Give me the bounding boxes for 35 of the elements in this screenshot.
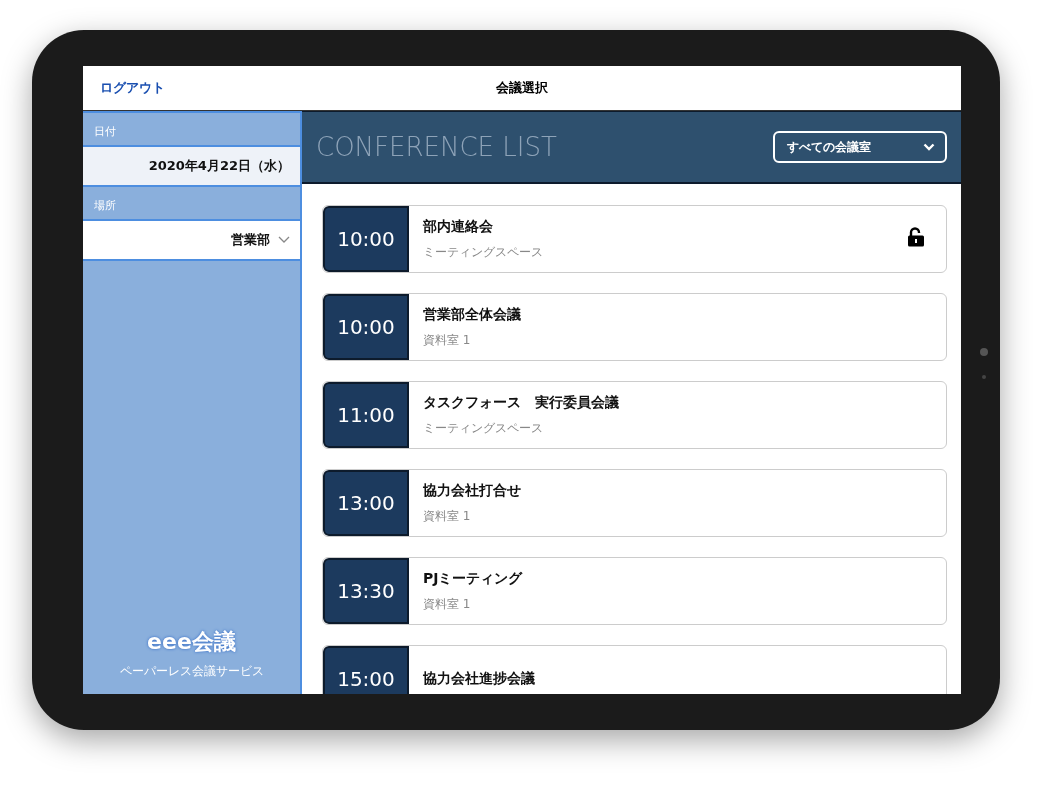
meeting-card[interactable]: 11:00 タスクフォース 実行委員会議 ミーティングスペース — [322, 381, 947, 449]
meeting-time: 11:00 — [323, 382, 409, 448]
meeting-card[interactable]: 13:00 協力会社打合せ 資料室 1 — [322, 469, 947, 537]
chevron-down-icon — [278, 236, 290, 244]
meeting-name: 協力会社打合せ — [423, 481, 521, 500]
meeting-time: 10:00 — [323, 206, 409, 272]
meeting-name: PJミーティング — [423, 569, 523, 588]
meeting-room: 資料室 1 — [423, 595, 471, 613]
meeting-name: 部内連絡会 — [423, 217, 493, 236]
field-label: 場所 — [94, 198, 116, 213]
place-dropdown[interactable]: 営業部 — [231, 229, 290, 251]
meeting-card[interactable]: 10:00 部内連絡会 ミーティングスペース — [322, 205, 947, 273]
screen-title: 会議選択 — [496, 80, 548, 95]
field-label: 日付 — [94, 124, 116, 139]
chevron-down-icon — [923, 143, 935, 151]
app-logo: eee会議 — [147, 628, 236, 656]
meeting-time: 13:00 — [323, 470, 409, 536]
meeting-name: 営業部全体会議 — [423, 305, 521, 324]
meeting-time: 10:00 — [323, 294, 409, 360]
meeting-name: タスクフォース 実行委員会議 — [423, 393, 619, 412]
logout-link[interactable]: ログアウト — [98, 77, 167, 99]
meeting-card[interactable]: 10:00 営業部全体会議 資料室 1 — [322, 293, 947, 361]
logo-tagline: ペーパーレス会議サービス — [119, 663, 264, 680]
meeting-room: ミーティングスペース — [423, 419, 543, 437]
meeting-room: 資料室 1 — [423, 331, 471, 349]
meeting-room: ミーティングスペース — [423, 243, 543, 261]
sensor-drawing — [980, 348, 988, 380]
meeting-card[interactable]: 15:00 協力会社進捗会議 — [322, 645, 947, 694]
meeting-time: 15:00 — [323, 646, 409, 694]
meeting-time: 13:30 — [323, 558, 409, 624]
list-title: CONFERENCE LIST — [316, 132, 557, 162]
meeting-card[interactable]: 13:30 PJミーティング 資料室 1 — [322, 557, 947, 625]
meeting-room: 資料室 1 — [423, 507, 471, 525]
room-filter-dropdown[interactable]: すべての会議室 — [773, 131, 947, 163]
meeting-name: 協力会社進捗会議 — [423, 670, 535, 688]
